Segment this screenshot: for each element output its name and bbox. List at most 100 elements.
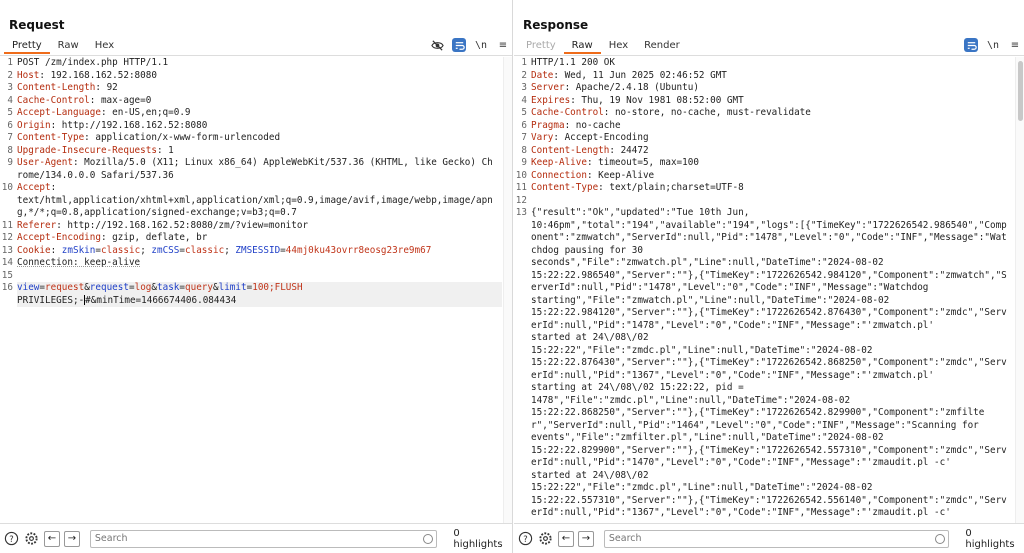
request-scrollbar[interactable]: [503, 57, 512, 523]
code-line: 11 Referer: http://192.168.162.52:8080/zm…: [0, 220, 502, 233]
code-token: HTTP/1.1 200 OK: [531, 57, 615, 68]
line-content: Keep-Alive: timeout=5, max=100: [531, 157, 1014, 170]
tab-render[interactable]: Render: [636, 38, 688, 54]
tab-pretty[interactable]: Pretty: [4, 38, 50, 54]
response-tabs: Pretty Raw Hex Render: [518, 38, 688, 54]
response-editor[interactable]: 1 HTTP/1.1 200 OK 2 Date: Wed, 11 Jun 2025 …: [514, 57, 1014, 523]
line-content: Content-Type: text/plain;charset=UTF-8: [531, 182, 1014, 195]
code-token: : no-cache: [564, 119, 621, 131]
code-line: 6 Pragma: no-cache: [514, 120, 1014, 133]
code-line: 13 Cookie: zmSkin=classic; zmCSS=classic;…: [0, 245, 502, 258]
line-content: [531, 195, 1014, 208]
code-token: : Keep-Alive: [586, 169, 655, 181]
code-token: limit: [218, 282, 247, 293]
code-token: task: [157, 282, 180, 293]
gear-icon[interactable]: [538, 531, 554, 547]
code-token: Accept: [17, 182, 51, 193]
code-token: Content-Type: [17, 132, 85, 143]
arrow-right-icon[interactable]: →: [63, 530, 80, 547]
tab-hex[interactable]: Hex: [601, 38, 636, 54]
line-number: 7: [521, 132, 527, 143]
code-line: 10 Accept: text/html,application/xhtml+xm…: [0, 182, 502, 220]
menu-icon[interactable]: ≡: [1008, 38, 1022, 52]
code-line: 3 Content-Length: 92: [0, 82, 502, 95]
arrow-left-icon[interactable]: ←: [43, 530, 60, 547]
code-token: Content-Length: [17, 82, 96, 93]
tab-pretty[interactable]: Pretty: [518, 38, 564, 54]
request-editor[interactable]: 1 POST /zm/index.php HTTP/1.1 2 Host: 192.1…: [0, 57, 502, 523]
line-content: Referer: http://192.168.162.52:8080/zm/?…: [17, 220, 502, 233]
response-scrollbar[interactable]: [1015, 57, 1024, 523]
line-number: 15: [1, 269, 13, 281]
code-token: : 92: [95, 82, 118, 93]
line-number: 4: [7, 94, 13, 106]
request-bottom-bar: ? ← → 0 highlights: [0, 523, 512, 553]
code-token: Date: [531, 69, 554, 81]
gear-icon[interactable]: [24, 531, 40, 547]
menu-icon[interactable]: ≡: [496, 38, 510, 52]
line-content: Content-Type: application/x-www-form-url…: [17, 132, 502, 145]
response-scrollbar-thumb[interactable]: [1018, 61, 1023, 121]
code-token: ZMSESSID: [235, 244, 281, 256]
code-token: query: [185, 282, 213, 293]
code-token: Expires: [531, 94, 571, 106]
line-content: [17, 270, 502, 283]
line-content: Expires: Thu, 19 Nov 1981 08:52:00 GMT: [531, 95, 1014, 108]
line-number: 5: [7, 107, 13, 118]
help-icon[interactable]: ?: [4, 531, 20, 547]
code-line: 9 Keep-Alive: timeout=5, max=100: [514, 157, 1014, 170]
code-line: 7 Content-Type: application/x-www-form-ur…: [0, 132, 502, 145]
code-line: 15: [0, 270, 502, 283]
code-token: 44mj0ku43ovrr8eosg23re9m67: [285, 244, 432, 256]
tab-hex[interactable]: Hex: [87, 38, 122, 54]
clear-icon[interactable]: [423, 533, 434, 544]
code-line: 7 Vary: Accept-Encoding: [514, 132, 1014, 145]
line-number: 7: [7, 132, 13, 143]
code-line: 10 Connection: Keep-Alive: [514, 170, 1014, 183]
code-token: :: [50, 244, 62, 256]
newline-icon[interactable]: \n: [986, 38, 1000, 52]
code-token: Content-Type: [531, 182, 599, 193]
code-line: 9 User-Agent: Mozilla/5.0 (X11; Linux x86…: [0, 157, 502, 182]
newline-icon[interactable]: \n: [474, 38, 488, 52]
help-icon[interactable]: ?: [518, 531, 534, 547]
wrap-icon[interactable]: [964, 38, 978, 52]
line-content: Vary: Accept-Encoding: [531, 132, 1014, 145]
line-number: 1: [7, 57, 13, 68]
clear-icon[interactable]: [935, 533, 946, 544]
response-pane: Response Pretty Raw Hex Render \n ≡ 1 HTTP/1…: [514, 0, 1024, 553]
code-line: 1 HTTP/1.1 200 OK: [514, 57, 1014, 70]
tab-raw[interactable]: Raw: [563, 38, 601, 54]
line-content: Origin: http://192.168.162.52:8080: [17, 120, 502, 133]
line-number: 2: [7, 69, 13, 81]
code-token: Server: [531, 82, 565, 93]
request-search-input[interactable]: [90, 530, 437, 547]
code-line: 13 {"result":"Ok","updated":"Tue 10th Jun…: [514, 207, 1014, 520]
line-number: 12: [515, 194, 527, 206]
eye-slash-icon[interactable]: [430, 38, 444, 52]
line-content: Content-Length: 24472: [531, 145, 1014, 158]
line-number: 9: [521, 157, 527, 168]
wrap-icon[interactable]: [452, 38, 466, 52]
code-token: 100;FLUSH: [252, 282, 303, 293]
arrow-right-icon[interactable]: →: [577, 530, 594, 547]
line-number: 6: [7, 119, 13, 131]
code-token: : http://192.168.162.52:8080/zm/?view=mo…: [56, 219, 309, 231]
line-content: Connection: keep-alive: [17, 257, 502, 270]
response-search: [603, 529, 950, 548]
line-content: Accept-Language: en-US,en;q=0.9: [17, 107, 502, 120]
line-number: 16: [1, 282, 13, 293]
tab-raw[interactable]: Raw: [50, 38, 87, 54]
line-number: 2: [521, 69, 527, 81]
arrow-left-icon[interactable]: ←: [557, 530, 574, 547]
code-token: Accept-Language: [17, 107, 101, 118]
code-token: Content-Length: [531, 144, 610, 156]
request-pane: Request Pretty Raw Hex \n ≡ 1 POST /zm/inde…: [0, 0, 513, 553]
response-search-input[interactable]: [604, 530, 949, 547]
code-token: Connection: keep-alive: [17, 257, 141, 268]
code-token: : 24472: [609, 144, 649, 156]
code-line: 12 Accept-Encoding: gzip, deflate, br: [0, 232, 502, 245]
code-token: ;: [224, 244, 236, 256]
line-content: Cookie: zmSkin=classic; zmCSS=classic; Z…: [17, 245, 502, 258]
response-bottom-bar: ? ← → 0 highlights: [514, 523, 1024, 553]
